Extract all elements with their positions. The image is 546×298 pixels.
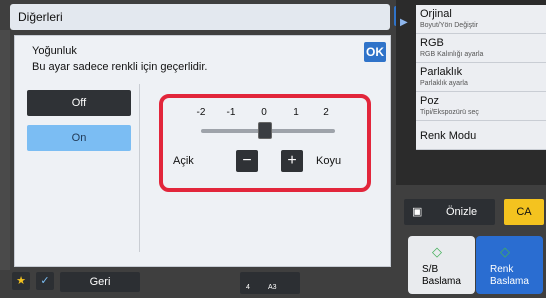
menu-item-poz-sub: Tipi/Ekspozürü seç	[420, 109, 479, 116]
tick-label: -2	[196, 107, 206, 118]
tick-label: 1	[293, 107, 299, 118]
page-count-label: 4	[246, 284, 250, 291]
start-color-button[interactable]: ◇ Renk Baslama	[476, 236, 543, 294]
dialog-title: Yoğunluk	[32, 45, 77, 57]
start-icon: ◇	[500, 244, 510, 259]
menu-item-poz[interactable]: Poz Tipi/Ekspozürü seç	[416, 92, 546, 121]
dialog-ok-button[interactable]: OK	[364, 42, 386, 62]
preview-icon: ▣	[412, 206, 423, 218]
menu-item-parlaklik-title: Parlaklık	[420, 66, 463, 78]
increase-button[interactable]: +	[281, 150, 303, 172]
start-icon: ◇	[432, 244, 442, 259]
menu-item-parlaklik[interactable]: Parlaklık Parlaklık ayarla	[416, 63, 546, 92]
menu-item-poz-title: Poz	[420, 95, 439, 107]
start-bw-label: S/B	[422, 264, 439, 275]
paper-size-label: A3	[268, 284, 277, 291]
menu-item-orjinal-title: Orjinal	[420, 8, 452, 20]
start-bw-button[interactable]: ◇ S/B Baslama	[408, 236, 475, 294]
menu-item-rgb[interactable]: RGB RGB Kalınlığı ayarla	[416, 34, 546, 63]
start-bw-sublabel: Baslama	[422, 276, 461, 287]
density-slider-highlight: -2 -1 0 1 2 Açik − + Koyu	[159, 94, 371, 192]
top-bar	[10, 4, 390, 30]
preview-label: Önizle	[446, 206, 478, 218]
divider	[139, 84, 140, 252]
menu-item-rgb-sub: RGB Kalınlığı ayarla	[420, 51, 484, 58]
menu-item-orjinal-sub: Boyut/Yön Değiştir	[420, 22, 478, 29]
off-button[interactable]: Off	[27, 90, 131, 116]
back-button[interactable]: Geri	[60, 272, 140, 292]
clear-all-button[interactable]: CA	[504, 199, 544, 225]
menu-item-renk-modu[interactable]: Renk Modu	[416, 121, 546, 150]
top-bar-title: Diğerleri	[18, 10, 63, 24]
start-color-label: Renk	[490, 264, 514, 275]
left-side-strip	[0, 30, 10, 270]
tick-label: -1	[226, 107, 236, 118]
preview-button[interactable]: ▣ Önizle	[404, 199, 495, 225]
menu-item-rgb-title: RGB	[420, 37, 444, 49]
play-arrow-icon: ▶	[400, 17, 408, 28]
menu-item-parlaklik-sub: Parlaklık ayarla	[420, 80, 468, 87]
star-icon[interactable]: ★	[12, 272, 30, 290]
density-dialog: Yoğunluk Bu ayar sadece renkli için geçe…	[14, 35, 391, 267]
menu-item-orjinal[interactable]: Orjinal Boyut/Yön Değiştir	[416, 5, 546, 34]
start-color-sublabel: Baslama	[490, 276, 529, 287]
dark-label: Koyu	[316, 155, 342, 167]
tick-label: 2	[323, 107, 329, 118]
tick-label: 0	[261, 107, 267, 118]
check-icon[interactable]: ✓	[36, 272, 54, 290]
menu-item-renk-modu-title: Renk Modu	[420, 130, 477, 142]
slider-handle[interactable]	[258, 122, 272, 139]
light-label: Açik	[173, 155, 194, 167]
dialog-subtitle: Bu ayar sadece renkli için geçerlidir.	[32, 61, 208, 73]
decrease-button[interactable]: −	[236, 150, 258, 172]
on-button[interactable]: On	[27, 125, 131, 151]
